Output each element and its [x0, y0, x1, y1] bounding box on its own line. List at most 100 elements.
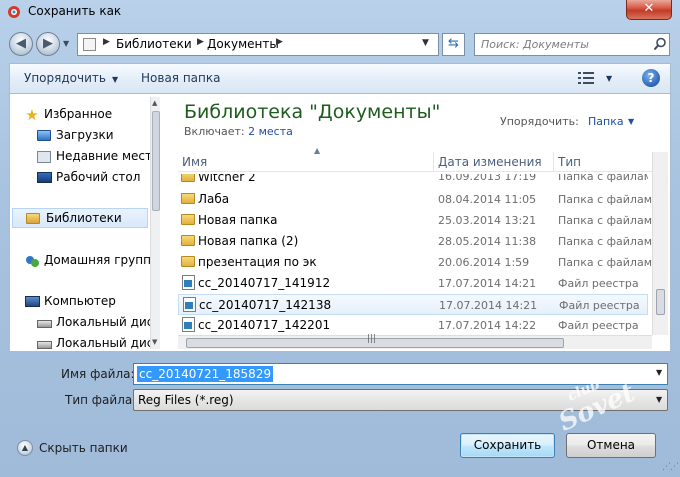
window-title: Сохранить как: [28, 4, 122, 18]
nav-item-desktop[interactable]: Рабочий стол: [36, 168, 160, 188]
file-row[interactable]: Новая папка (2) 28.05.2014 11:38 Папка с…: [178, 231, 653, 252]
breadcrumb-separator-icon[interactable]: ▶: [103, 37, 110, 47]
arrow-right-icon: ▶: [43, 36, 53, 51]
cancel-button[interactable]: Отмена: [566, 433, 656, 458]
hide-folders-label: Скрыть папки: [39, 441, 128, 455]
grip-icon: |||: [367, 334, 377, 344]
recent-pages-dropdown[interactable]: ▼: [63, 39, 73, 49]
new-folder-label: Новая папка: [141, 71, 221, 85]
file-row[interactable]: cc_20140717_142138 17.07.2014 14:21 Файл…: [178, 294, 648, 315]
search-icon: [653, 37, 666, 51]
homegroup-icon: [24, 253, 40, 269]
nav-scrollbar-thumb[interactable]: [152, 111, 160, 211]
chevron-down-icon: ▼: [111, 75, 119, 84]
arrange-by-dropdown[interactable]: Папка: [588, 115, 624, 128]
close-button[interactable]: ✕: [626, 0, 672, 20]
nav-item-homegroup[interactable]: Домашняя группа: [24, 251, 160, 271]
star-icon: ★: [25, 106, 39, 124]
includes-label: Включает:: [184, 125, 245, 138]
nav-item-label: Рабочий стол: [56, 170, 141, 184]
search-placeholder: Поиск: Документы: [481, 38, 589, 51]
column-date-modified[interactable]: Дата изменения: [438, 155, 542, 169]
folder-icon: [180, 212, 196, 228]
file-name: презентация по эк: [198, 255, 317, 269]
nav-item-favorites[interactable]: ★ Избранное: [24, 105, 160, 125]
change-view-button[interactable]: [578, 72, 594, 87]
file-row[interactable]: Новая папка 25.03.2014 13:21 Папка с фай…: [178, 210, 653, 231]
file-type: Файл реестра: [558, 277, 639, 290]
horizontal-scrollbar-thumb[interactable]: |||: [186, 334, 564, 348]
app-icon: [8, 6, 20, 18]
save-button[interactable]: Сохранить: [460, 433, 555, 458]
command-bar: Упорядочить ▼ Новая папка ▼ ?: [9, 63, 671, 93]
refresh-button[interactable]: ⇆: [442, 33, 465, 56]
nav-item-downloads[interactable]: Загрузки: [36, 126, 160, 146]
file-name: cc_20140717_142201: [198, 318, 331, 332]
registry-file-icon: [180, 275, 196, 291]
folder-icon: [180, 254, 196, 270]
file-row[interactable]: cc_20140717_141912 17.07.2014 14:21 Файл…: [178, 273, 648, 294]
view-options-dropdown[interactable]: ▼: [606, 74, 612, 83]
file-date: 17.07.2014 14:22: [438, 319, 537, 332]
file-row[interactable]: Лаба 08.04.2014 11:05 Папка с файлами: [178, 189, 653, 210]
organize-label: Упорядочить: [24, 71, 106, 85]
nav-item-label: Недавние места: [56, 149, 160, 163]
back-button[interactable]: ◀: [9, 32, 33, 56]
organize-menu[interactable]: Упорядочить ▼: [24, 71, 118, 85]
file-type: Файл реестра: [558, 319, 639, 332]
vertical-scrollbar-thumb[interactable]: [656, 289, 665, 315]
file-type: Папка с файлами: [558, 214, 653, 227]
chevron-up-icon: ▲: [17, 440, 33, 456]
scroll-up-icon[interactable]: ▲: [152, 99, 157, 107]
file-list-vertical-scrollbar[interactable]: [652, 152, 668, 335]
file-name: Лаба: [198, 192, 230, 206]
nav-item-recent-places[interactable]: Недавние места: [36, 147, 160, 167]
column-header: ▲ Имя Дата изменения Тип: [178, 146, 668, 172]
file-row[interactable]: Witcher 2 16.09.2013 17:19 Папка с файла…: [178, 174, 648, 186]
file-type: Папка с файлами: [558, 235, 653, 248]
filetype-value: Reg Files (*.reg): [138, 393, 234, 407]
column-name[interactable]: Имя: [182, 155, 207, 169]
file-date: 17.07.2014 14:21: [438, 277, 537, 290]
folder-icon: [180, 191, 196, 207]
nav-item-local-disk-d[interactable]: Локальный диск: [36, 334, 160, 351]
file-row[interactable]: презентация по эк 20.06.2014 1:59 Папка …: [178, 252, 653, 273]
scroll-down-icon[interactable]: ▼: [152, 338, 157, 346]
help-button[interactable]: ?: [642, 69, 660, 87]
filetype-select[interactable]: Reg Files (*.reg) ▼: [133, 389, 668, 411]
resize-grip-icon[interactable]: ⋰⋰: [662, 462, 679, 472]
refresh-icon: ⇆: [448, 36, 459, 51]
nav-item-label: Домашняя группа: [44, 253, 159, 267]
nav-item-libraries[interactable]: Библиотеки: [12, 208, 148, 228]
file-row[interactable]: cc_20140717_142201 17.07.2014 14:22 Файл…: [178, 315, 648, 336]
chevron-down-icon[interactable]: ▼: [628, 117, 634, 126]
breadcrumb-separator-icon[interactable]: ▶: [197, 37, 204, 47]
nav-item-label: Локальный диск: [56, 315, 160, 329]
chevron-down-icon[interactable]: ▼: [422, 38, 429, 48]
chevron-down-icon[interactable]: ▼: [656, 368, 662, 377]
nav-item-local-disk-c[interactable]: Локальный диск: [36, 313, 160, 333]
new-folder-button[interactable]: Новая папка: [141, 71, 220, 85]
downloads-folder-icon: [36, 128, 52, 144]
desktop-icon: [36, 170, 52, 186]
search-input[interactable]: Поиск: Документы: [474, 33, 670, 56]
sort-ascending-icon: ▲: [314, 146, 321, 155]
nav-scrollbar[interactable]: ▲ ▼: [150, 97, 160, 349]
nav-item-computer[interactable]: Компьютер: [24, 292, 160, 312]
file-date: 25.03.2014 13:21: [438, 214, 537, 227]
breadcrumb-libraries[interactable]: Библиотеки: [116, 37, 192, 51]
address-bar[interactable]: ▶ Библиотеки ▶ Документы ▶ ▼: [77, 33, 439, 56]
title-bar: Сохранить как ✕: [0, 0, 680, 26]
filename-input[interactable]: cc_20140721_185829 ▼: [133, 363, 668, 385]
navigation-pane[interactable]: ★ Избранное Загрузки Недавние места Рабо…: [10, 94, 160, 351]
file-list-horizontal-scrollbar[interactable]: |||: [178, 334, 652, 349]
breadcrumb-documents[interactable]: Документы: [207, 37, 279, 51]
forward-button[interactable]: ▶: [36, 32, 60, 56]
chevron-down-icon: ▼: [656, 395, 663, 404]
filename-label: Имя файла:: [61, 367, 135, 381]
column-type[interactable]: Тип: [558, 155, 581, 169]
filetype-label: Тип файла:: [65, 393, 137, 407]
local-disk-icon: [36, 336, 52, 351]
breadcrumb-separator-icon[interactable]: ▶: [276, 37, 283, 47]
includes-locations-link[interactable]: 2 места: [248, 125, 293, 138]
